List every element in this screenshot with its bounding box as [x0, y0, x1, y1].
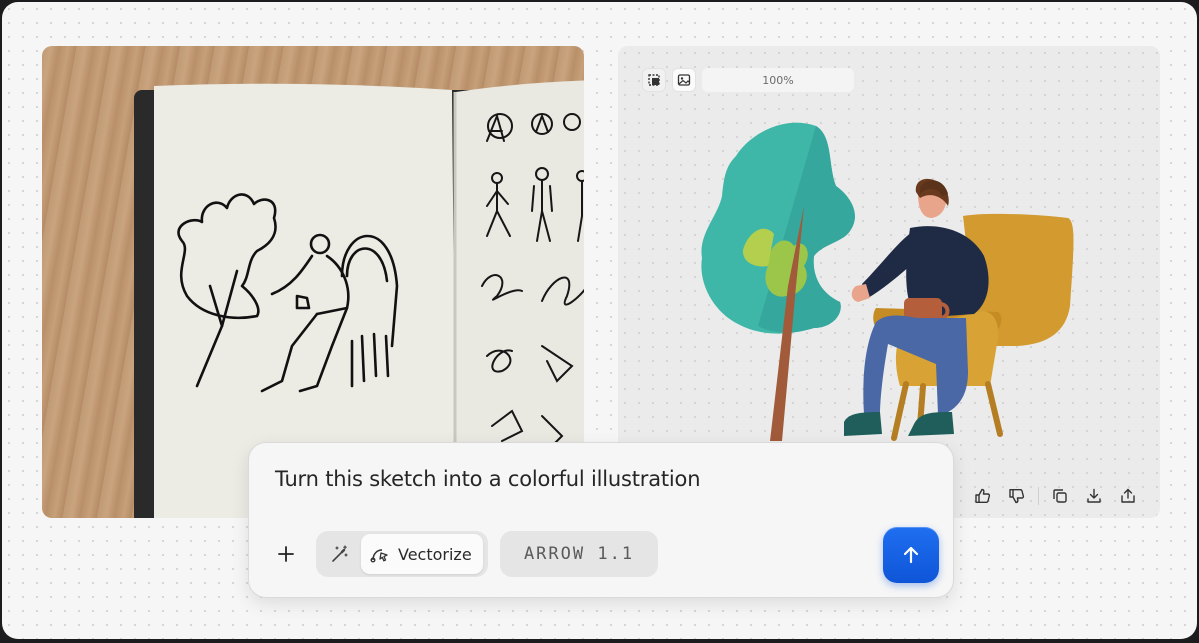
prompt-input[interactable]: Turn this sketch into a colorful illustr…: [275, 467, 701, 491]
plus-icon: [278, 546, 294, 562]
share-button[interactable]: [1111, 482, 1145, 510]
crop-frame-icon: [648, 74, 660, 86]
add-attachment-button[interactable]: [273, 541, 299, 567]
model-selector[interactable]: ARROW 1.1: [500, 531, 658, 577]
output-actions: [966, 482, 1145, 510]
image-icon: [677, 74, 691, 86]
download-icon: [1087, 488, 1101, 503]
thumbs-down-icon: [1009, 489, 1025, 504]
pen-curve-icon: [370, 549, 388, 563]
vectorize-mode-button[interactable]: Vectorize: [361, 534, 483, 574]
mode-selector: Vectorize: [316, 531, 488, 577]
thumbs-up-button[interactable]: [966, 482, 1000, 510]
actions-divider: [1038, 487, 1039, 505]
canvas-toolbar: 100%: [642, 68, 854, 92]
thumbs-down-button[interactable]: [1000, 482, 1034, 510]
image-button[interactable]: [672, 68, 696, 92]
crop-frame-button[interactable]: [642, 68, 666, 92]
download-button[interactable]: [1077, 482, 1111, 510]
share-icon: [1121, 488, 1135, 503]
copy-icon: [1053, 489, 1067, 503]
thumbs-up-icon: [975, 488, 991, 503]
send-button[interactable]: [883, 527, 939, 583]
magic-mode-button[interactable]: [319, 534, 361, 574]
copy-button[interactable]: [1043, 482, 1077, 510]
zoom-level[interactable]: 100%: [702, 68, 854, 92]
prompt-composer: Turn this sketch into a colorful illustr…: [248, 442, 954, 598]
vectorize-label: Vectorize: [398, 544, 472, 564]
magic-wand-icon: [332, 545, 348, 562]
arrow-up-icon: [903, 546, 919, 564]
app-frame: 100% Turn this sketch into a colorful il…: [2, 2, 1197, 639]
